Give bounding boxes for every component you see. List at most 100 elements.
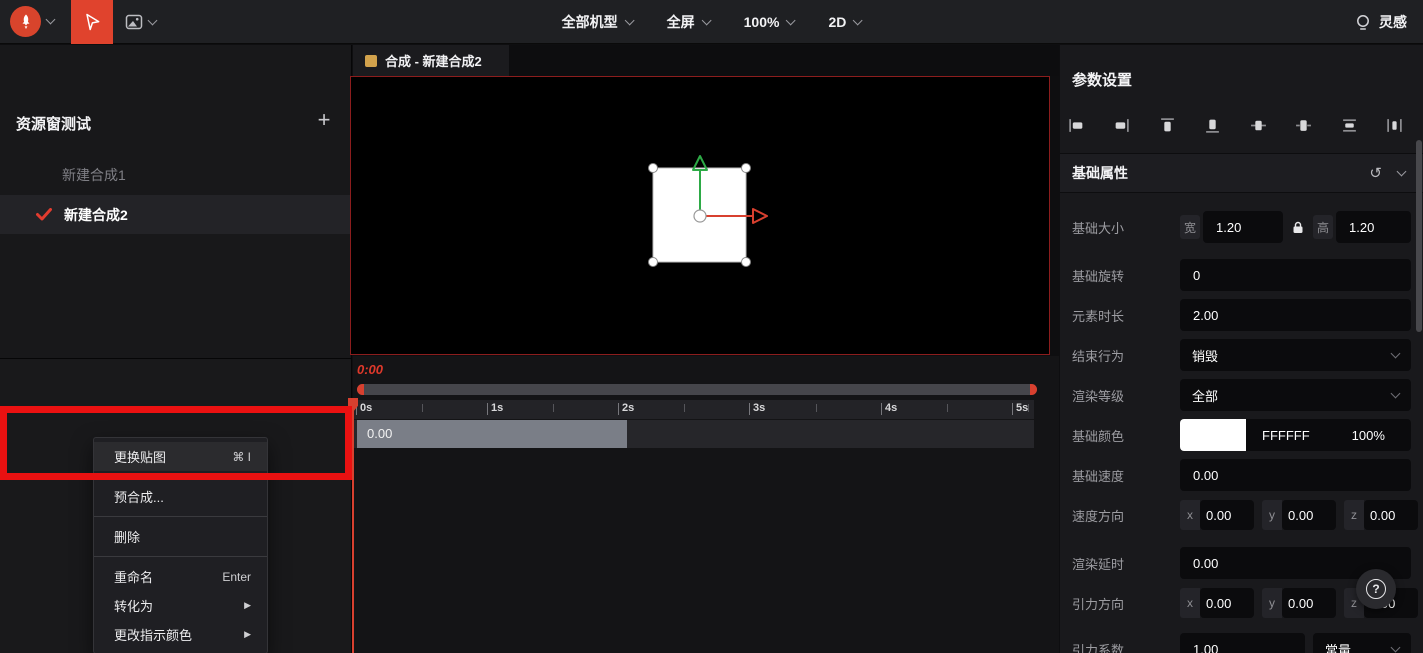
field-label: 结束行为 bbox=[1072, 348, 1125, 364]
collapse-chevron-icon[interactable] bbox=[1396, 166, 1407, 176]
field-base-color: 基础颜色 FFFFFF 100% bbox=[1072, 415, 1411, 455]
duration-input[interactable]: 2.00 bbox=[1180, 299, 1411, 331]
lamp-icon bbox=[1357, 14, 1369, 30]
inspector-scrollbar[interactable] bbox=[1416, 140, 1422, 332]
select-value: 全部 bbox=[1192, 388, 1219, 404]
align-right-button[interactable] bbox=[1112, 115, 1132, 135]
image-tool-button[interactable] bbox=[116, 0, 164, 44]
composition-item-label: 新建合成2 bbox=[64, 206, 128, 223]
app-menu[interactable] bbox=[10, 6, 56, 37]
gravity-x-input[interactable]: 0.00 bbox=[1200, 588, 1254, 618]
tab-composition[interactable]: 合成 - 新建合成2 bbox=[353, 45, 509, 76]
zoom-dropdown[interactable]: 100% bbox=[744, 14, 796, 30]
layer-track-row: 0.00 bbox=[352, 420, 1034, 448]
align-vertical-center-button[interactable] bbox=[1248, 115, 1268, 135]
field-speed-direction: 速度方向 x 0.00 y 0.00 z 0.00 bbox=[1072, 495, 1418, 535]
gravity-coef-mode-select[interactable]: 常量 bbox=[1313, 633, 1411, 653]
rocket-logo-icon bbox=[10, 6, 41, 37]
fullscreen-dropdown[interactable]: 全屏 bbox=[667, 12, 712, 32]
menu-shortcut: Enter bbox=[222, 569, 251, 584]
menu-separator bbox=[94, 516, 267, 517]
composition-item-2-selected[interactable]: 新建合成2 bbox=[0, 195, 352, 234]
editor-root: 全部机型 全屏 100% 2D 灵感 资源窗测试 新建合成1 新建合成2 时间轴… bbox=[0, 0, 1423, 653]
height-chip: 高 bbox=[1313, 215, 1334, 239]
select-value: 销毁 bbox=[1192, 348, 1219, 364]
color-alpha-value[interactable]: 100% bbox=[1352, 428, 1385, 443]
menu-item-label: 预合成... bbox=[114, 490, 164, 505]
field-label: 元素时长 bbox=[1072, 308, 1125, 324]
speed-z-input[interactable]: 0.00 bbox=[1364, 500, 1418, 530]
alignment-toolbar bbox=[1066, 109, 1405, 141]
ruler-tick: 4s bbox=[880, 402, 898, 415]
composition-item-1[interactable]: 新建合成1 bbox=[62, 165, 126, 185]
range-start-handle[interactable] bbox=[357, 384, 364, 395]
menu-item-replace-texture[interactable]: 更换贴图 ⌘ I bbox=[94, 442, 267, 471]
sprite-clip[interactable]: 0.00 bbox=[357, 420, 627, 448]
timeline-range-scrollbar[interactable] bbox=[357, 384, 1037, 395]
corner-handle[interactable] bbox=[741, 163, 751, 173]
corner-handle[interactable] bbox=[648, 163, 658, 173]
color-hex-value[interactable]: FFFFFF bbox=[1262, 428, 1310, 443]
speed-y-input[interactable]: 0.00 bbox=[1282, 500, 1336, 530]
menu-item-label: 更改指示颜色 bbox=[114, 628, 193, 643]
gravity-y-input[interactable]: 0.00 bbox=[1282, 588, 1336, 618]
section-basic-properties[interactable]: 基础属性 bbox=[1060, 153, 1423, 193]
section-title: 基础属性 bbox=[1072, 165, 1128, 181]
question-icon: ? bbox=[1366, 579, 1386, 599]
render-level-select[interactable]: 全部 bbox=[1180, 379, 1411, 411]
center-handle[interactable] bbox=[693, 209, 707, 223]
color-swatch[interactable] bbox=[1180, 419, 1246, 451]
menu-item-rename[interactable]: 重命名 Enter bbox=[94, 562, 267, 591]
chevron-down-icon bbox=[147, 15, 157, 25]
end-behavior-select[interactable]: 销毁 bbox=[1180, 339, 1411, 371]
menu-item-precompose[interactable]: 预合成... bbox=[94, 482, 267, 511]
preview-canvas[interactable] bbox=[350, 76, 1050, 355]
x-chip: x bbox=[1180, 500, 1200, 530]
reset-icon[interactable] bbox=[1369, 164, 1382, 182]
tab-composition-label: 合成 - 新建合成2 bbox=[385, 54, 482, 69]
account-button[interactable]: 灵感 bbox=[1355, 0, 1407, 44]
height-input[interactable]: 1.20 bbox=[1336, 211, 1411, 243]
field-label: 基础大小 bbox=[1072, 220, 1125, 236]
corner-handle[interactable] bbox=[741, 257, 751, 267]
timeline-ruler[interactable]: 0s 1s 2s 3s 4s 5s bbox=[352, 400, 1034, 419]
playhead-line bbox=[352, 398, 354, 653]
select-tool-button[interactable] bbox=[71, 0, 113, 44]
field-render-level: 渲染等级 全部 bbox=[1072, 375, 1411, 415]
distribute-vertical-button[interactable] bbox=[1339, 115, 1359, 135]
ruler-tick: 5s bbox=[1011, 402, 1029, 415]
menu-item-delete[interactable]: 删除 bbox=[94, 522, 267, 551]
align-horizontal-center-button[interactable] bbox=[1294, 115, 1314, 135]
align-top-button[interactable] bbox=[1157, 115, 1177, 135]
width-input[interactable]: 1.20 bbox=[1203, 211, 1284, 243]
add-composition-button[interactable] bbox=[311, 107, 337, 133]
device-dropdown-label: 全部机型 bbox=[561, 14, 618, 30]
field-label: 渲染延时 bbox=[1072, 556, 1125, 572]
chevron-down-icon bbox=[1390, 642, 1401, 652]
help-button[interactable]: ? bbox=[1356, 569, 1396, 609]
speed-input[interactable]: 0.00 bbox=[1180, 459, 1411, 491]
lock-ratio-icon[interactable] bbox=[1288, 217, 1308, 237]
assets-panel-title: 资源窗测试 bbox=[16, 116, 92, 133]
x-chip: x bbox=[1180, 588, 1200, 618]
distribute-horizontal-button[interactable] bbox=[1385, 115, 1405, 135]
check-icon bbox=[36, 208, 52, 221]
menu-item-label: 转化为 bbox=[114, 599, 154, 614]
align-bottom-button[interactable] bbox=[1203, 115, 1223, 135]
menu-item-label: 更换贴图 bbox=[114, 450, 167, 465]
menu-item-convert-to[interactable]: 转化为 bbox=[94, 591, 267, 620]
corner-handle[interactable] bbox=[648, 257, 658, 267]
menu-item-change-indicator-color[interactable]: 更改指示颜色 bbox=[94, 620, 267, 649]
topbar: 全部机型 全屏 100% 2D 灵感 bbox=[0, 0, 1423, 44]
gravity-coef-input[interactable]: 1.00 bbox=[1180, 633, 1305, 653]
mode-dropdown[interactable]: 2D bbox=[828, 14, 863, 30]
device-dropdown[interactable]: 全部机型 bbox=[561, 12, 635, 32]
assets-panel: 资源窗测试 新建合成1 新建合成2 bbox=[0, 45, 352, 358]
align-left-button[interactable] bbox=[1066, 115, 1086, 135]
field-base-rotation: 基础旋转 0 bbox=[1072, 255, 1411, 295]
rotation-input[interactable]: 0 bbox=[1180, 259, 1411, 291]
ruler-tick: 0s bbox=[355, 402, 373, 415]
z-chip: z bbox=[1344, 500, 1364, 530]
inspector-title: 参数设置 bbox=[1072, 72, 1133, 89]
speed-x-input[interactable]: 0.00 bbox=[1200, 500, 1254, 530]
